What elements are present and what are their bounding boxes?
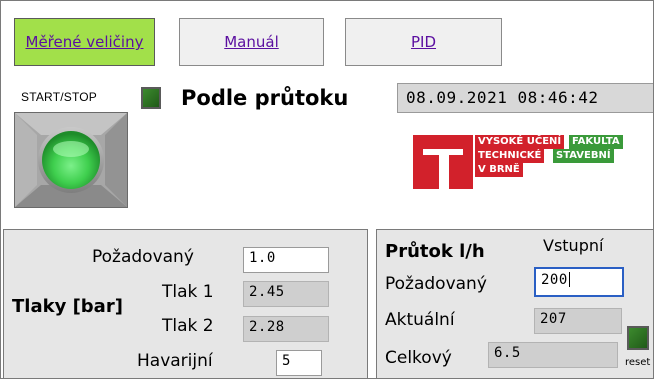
university-logo: VYSOKÉ UČENÍ FAKULTA TECHNICKÉ STAVEBNÍ … (413, 135, 645, 189)
datetime-display: 08.09.2021 08:46:42 (397, 83, 653, 113)
flow-title: Průtok l/h (385, 241, 485, 262)
main-window: Měřené veličiny Manuál PID START/STOP Po… (0, 0, 654, 379)
reset-label: reset (625, 357, 651, 368)
pressure-required-label: Požadovaný (92, 247, 194, 267)
pressure-emergency-input[interactable]: 5 (276, 350, 322, 376)
logo-text-5: V BRNĚ (475, 163, 523, 177)
pressure-1-label: Tlak 1 (162, 282, 214, 302)
flow-column-label: Vstupní (543, 236, 604, 255)
reset-button[interactable] (627, 326, 649, 350)
flow-total-label: Celkový (385, 348, 452, 368)
flow-total-value: 6.5 (488, 342, 618, 368)
pressure-2-value: 2.28 (243, 316, 329, 342)
flow-required-value: 200 (541, 272, 568, 288)
pressure-panel: Požadovaný 1.0 Tlaky [bar] Tlak 1 2.45 T… (3, 229, 368, 378)
pressure-2-label: Tlak 2 (162, 316, 214, 336)
tab-measured-values-label: Měřené veličiny (25, 33, 144, 51)
logo-text-2: FAKULTA (569, 135, 623, 149)
pressure-1-value: 2.45 (243, 281, 329, 307)
flow-required-label: Požadovaný (385, 274, 487, 294)
start-stop-label: START/STOP (21, 90, 98, 104)
mode-title: Podle průtoku (181, 86, 349, 110)
tab-pid[interactable]: PID (345, 18, 502, 66)
logo-text-1: VYSOKÉ UČENÍ (475, 135, 565, 149)
tab-manual-label: Manuál (224, 33, 279, 51)
pressure-required-input[interactable]: 1.0 (243, 247, 329, 273)
flow-actual-label: Aktuální (385, 310, 455, 330)
logo-text-4: STAVEBNÍ (553, 149, 614, 163)
flow-actual-value: 207 (534, 308, 622, 334)
start-stop-indicator (141, 87, 161, 109)
text-caret (568, 272, 570, 287)
flow-panel: Průtok l/h Vstupní Požadovaný 200 Aktuál… (376, 229, 653, 378)
logo-text-3: TECHNICKÉ (475, 149, 545, 163)
tab-pid-label: PID (410, 33, 437, 51)
start-stop-button-icon (15, 113, 127, 207)
pressure-title: Tlaky [bar] (12, 296, 123, 317)
flow-required-input[interactable]: 200 (534, 267, 624, 297)
logo-mark (413, 135, 473, 189)
start-stop-button[interactable] (14, 112, 128, 208)
tab-measured-values[interactable]: Měřené veličiny (14, 18, 155, 66)
tab-manual[interactable]: Manuál (179, 18, 324, 66)
pressure-emergency-label: Havarijní (137, 351, 213, 371)
